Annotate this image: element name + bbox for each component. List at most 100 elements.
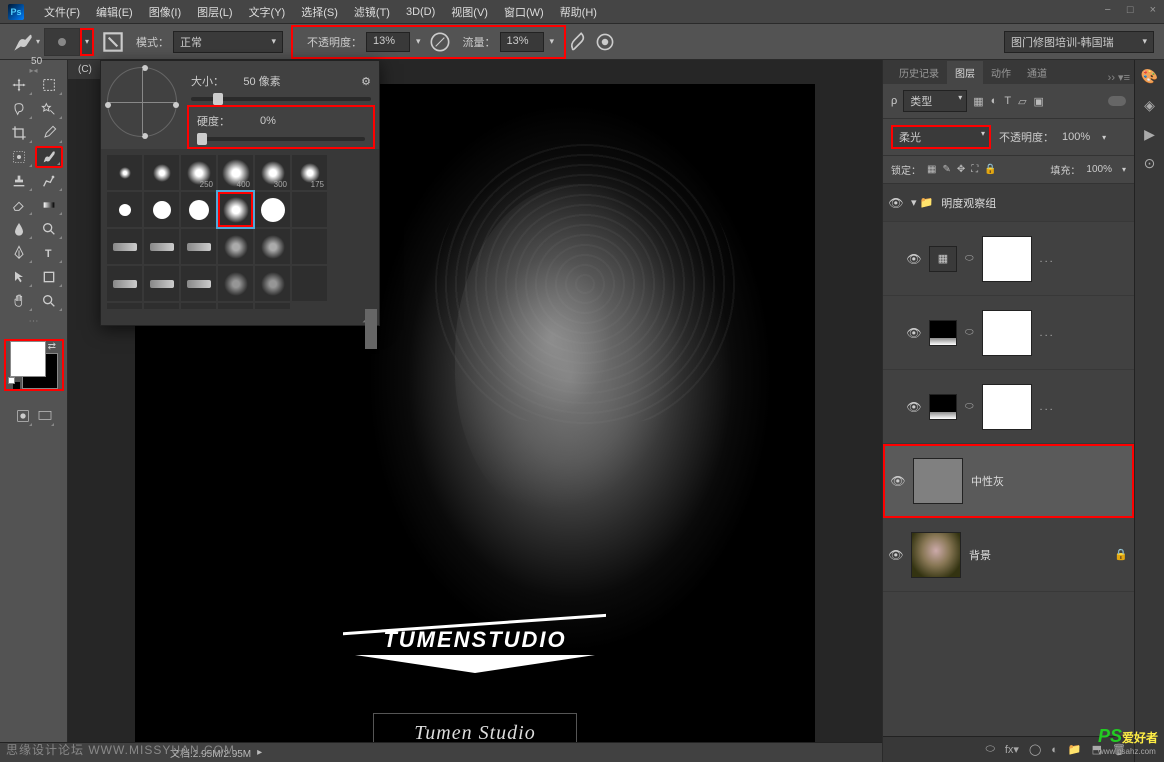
layer-row-selected[interactable]: 👁 中性灰 — [883, 444, 1134, 518]
brush-preset[interactable] — [144, 155, 179, 190]
tab-actions[interactable]: 动作 — [983, 61, 1019, 84]
brush-preset[interactable] — [292, 266, 327, 301]
gear-icon[interactable]: ⚙ — [361, 75, 371, 88]
brush-preview[interactable]: 50 — [44, 28, 80, 56]
layer-row-background[interactable]: 👁 背景 🔒 — [883, 518, 1134, 592]
filter-adjust-icon[interactable]: ◐ — [991, 95, 998, 108]
document-tab[interactable]: (C) — [68, 60, 102, 79]
layer-mask-icon[interactable]: ◯ — [1029, 743, 1041, 756]
brush-preset[interactable] — [218, 229, 253, 264]
blend-mode-select[interactable]: 正常 — [173, 31, 283, 53]
brush-preset[interactable]: 300 — [255, 155, 290, 190]
eyedropper-tool[interactable] — [35, 122, 63, 144]
foreground-color[interactable] — [10, 341, 46, 377]
brush-preset[interactable] — [181, 229, 216, 264]
type-tool[interactable]: T — [35, 242, 63, 264]
swap-colors-icon[interactable]: ⇄ — [48, 341, 56, 352]
lock-paint-icon[interactable]: ✎ — [942, 164, 950, 175]
brush-preset[interactable] — [144, 229, 179, 264]
screenmode-icon[interactable] — [35, 405, 55, 427]
quickmask-icon[interactable] — [13, 405, 33, 427]
size-value[interactable]: 50 像素 — [232, 73, 292, 89]
hardness-value[interactable]: 0% — [238, 115, 298, 127]
blend-mode-select[interactable]: 柔光 — [891, 125, 991, 149]
tab-layers[interactable]: 图层 — [947, 61, 983, 84]
tab-channels[interactable]: 通道 — [1019, 61, 1055, 84]
layer-more[interactable]: ... — [1040, 401, 1055, 413]
default-colors-icon[interactable] — [8, 377, 20, 389]
filter-type-select[interactable]: 类型 — [903, 90, 967, 112]
brush-preset[interactable] — [255, 303, 290, 309]
panel-resize-grip[interactable]: ◢ — [101, 309, 379, 325]
layer-fx-icon[interactable]: fx▾ — [1005, 743, 1019, 756]
menu-window[interactable]: 窗口(W) — [496, 4, 552, 20]
hardness-slider[interactable] — [197, 137, 365, 141]
workspace-select[interactable]: 图门修图培训-韩国瑞 — [1004, 31, 1154, 53]
window-minimize[interactable]: − — [1104, 4, 1110, 16]
window-close[interactable]: × — [1150, 4, 1156, 16]
size-slider[interactable] — [191, 97, 371, 101]
brush-preset[interactable] — [218, 266, 253, 301]
brush-preset[interactable] — [107, 229, 142, 264]
lock-pixels-icon[interactable]: ▦ — [927, 164, 936, 175]
mask-thumb[interactable] — [982, 310, 1032, 356]
menu-select[interactable]: 选择(S) — [293, 4, 346, 20]
brush-preset[interactable]: 50 — [218, 303, 253, 309]
move-tool[interactable] — [5, 74, 33, 96]
brush-preset[interactable] — [292, 192, 327, 227]
filter-toggle[interactable] — [1108, 96, 1126, 106]
dodge-tool[interactable] — [35, 218, 63, 240]
layer-group-row[interactable]: 👁 ▾ 📁 明度观察组 — [883, 184, 1134, 222]
dock-options-icon[interactable]: ⊙ — [1144, 155, 1156, 172]
brush-preset-selected[interactable] — [218, 192, 253, 227]
menu-edit[interactable]: 编辑(E) — [88, 4, 141, 20]
brush-preset[interactable] — [107, 155, 142, 190]
fill-value[interactable]: 100% — [1086, 164, 1112, 175]
blur-tool[interactable] — [5, 218, 33, 240]
shape-tool[interactable] — [35, 266, 63, 288]
lock-position-icon[interactable]: ✥ — [957, 164, 965, 175]
layer-thumb[interactable] — [913, 458, 963, 504]
visibility-icon[interactable]: 👁 — [891, 474, 905, 488]
filter-shape-icon[interactable]: ▱ — [1018, 95, 1026, 108]
brush-preset[interactable] — [292, 229, 327, 264]
menu-3d[interactable]: 3D(D) — [398, 6, 443, 18]
layer-opacity-value[interactable]: 100% — [1062, 131, 1090, 143]
dock-swatches-icon[interactable]: ◈ — [1144, 97, 1155, 114]
layer-row[interactable]: 👁 ⬭ ... — [883, 370, 1134, 444]
menu-help[interactable]: 帮助(H) — [552, 4, 605, 20]
eraser-tool[interactable] — [5, 194, 33, 216]
current-tool-icon[interactable] — [10, 29, 36, 55]
brush-preset[interactable]: 400 — [218, 155, 253, 190]
layer-name[interactable]: 明度观察组 — [941, 195, 1128, 211]
brush-preset[interactable]: 175 — [292, 155, 327, 190]
path-select-tool[interactable] — [5, 266, 33, 288]
layer-thumb[interactable] — [911, 532, 961, 578]
pressure-size-icon[interactable] — [592, 29, 618, 55]
layer-name[interactable]: 背景 — [969, 547, 1106, 563]
brush-preset[interactable] — [107, 266, 142, 301]
brush-preset[interactable] — [144, 303, 179, 309]
visibility-icon[interactable]: 👁 — [907, 252, 921, 266]
color-swatch[interactable]: ⇄ — [4, 339, 64, 391]
crop-tool[interactable] — [5, 122, 33, 144]
menu-type[interactable]: 文字(Y) — [241, 4, 294, 20]
menu-file[interactable]: 文件(F) — [36, 4, 88, 20]
wand-tool[interactable] — [35, 98, 63, 120]
brush-preset[interactable] — [181, 192, 216, 227]
lock-artboard-icon[interactable]: ⛶ — [971, 164, 978, 175]
brush-preset[interactable] — [255, 229, 290, 264]
layer-more[interactable]: ... — [1040, 327, 1055, 339]
filter-smart-icon[interactable]: ▣ — [1034, 95, 1044, 108]
brush-angle-control[interactable] — [107, 67, 177, 137]
brush-preset[interactable] — [107, 303, 142, 309]
layer-more[interactable]: ... — [1040, 253, 1055, 265]
brush-preset[interactable] — [144, 192, 179, 227]
window-maximize[interactable]: □ — [1127, 4, 1134, 16]
brush-preset[interactable] — [255, 266, 290, 301]
dock-color-icon[interactable]: 🎨 — [1141, 68, 1158, 85]
marquee-tool[interactable] — [35, 74, 63, 96]
brush-preset[interactable]: 250 — [181, 155, 216, 190]
pressure-opacity-icon[interactable] — [427, 29, 453, 55]
visibility-icon[interactable]: 👁 — [889, 548, 903, 562]
